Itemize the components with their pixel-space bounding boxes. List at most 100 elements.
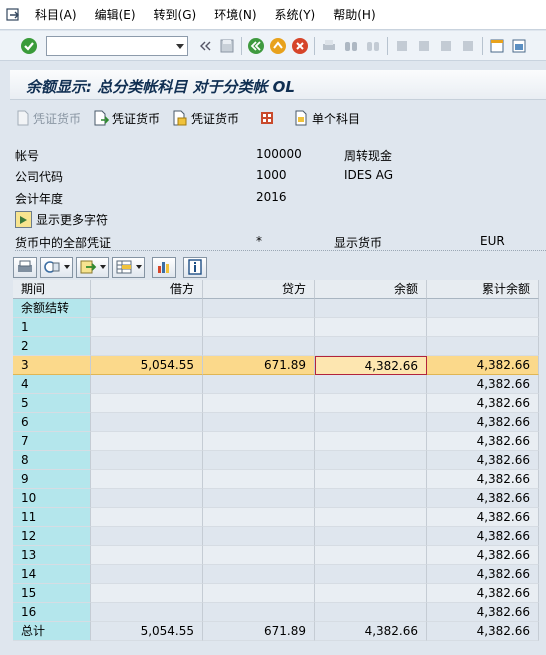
balance-cell[interactable]: 4,382.66 xyxy=(315,622,427,641)
find-next-icon[interactable] xyxy=(362,35,384,57)
double-chevron-left-icon[interactable] xyxy=(194,35,216,57)
credit-cell[interactable] xyxy=(203,584,315,603)
debit-cell[interactable] xyxy=(91,337,203,356)
exit-icon[interactable] xyxy=(267,35,289,57)
column-header-debit[interactable]: 借方 xyxy=(91,280,203,299)
debit-cell[interactable] xyxy=(91,470,203,489)
more-characteristics-button[interactable]: 显示更多字符 xyxy=(15,210,108,229)
column-header-credit[interactable]: 贷方 xyxy=(203,280,315,299)
debit-cell[interactable] xyxy=(91,451,203,470)
period-cell[interactable]: 9 xyxy=(13,470,91,489)
cancel-icon[interactable] xyxy=(289,35,311,57)
period-cell[interactable]: 余额结转 xyxy=(13,299,91,318)
period-cell[interactable]: 14 xyxy=(13,565,91,584)
credit-cell[interactable] xyxy=(203,565,315,584)
doc-currency-button-2[interactable]: 凭证货币 xyxy=(87,106,166,130)
doc-currency-button-3[interactable]: 凭证货币 xyxy=(166,106,245,130)
credit-cell[interactable] xyxy=(203,413,315,432)
menu-environment[interactable]: 环境(N) xyxy=(205,0,265,30)
table-row[interactable]: 5 4,382.66 xyxy=(13,394,546,413)
credit-cell[interactable] xyxy=(203,527,315,546)
balance-cell[interactable] xyxy=(315,432,427,451)
balance-cell[interactable]: 4,382.66 xyxy=(315,356,427,375)
debit-cell[interactable] xyxy=(91,584,203,603)
export-menu-button[interactable] xyxy=(76,256,109,278)
menu-edit[interactable]: 编辑(E) xyxy=(86,0,145,30)
menu-account[interactable]: 科目(A) xyxy=(26,0,86,30)
debit-cell[interactable] xyxy=(91,318,203,337)
balance-cell[interactable] xyxy=(315,527,427,546)
total-row[interactable]: 总计 5,054.55 671.89 4,382.66 4,382.66 xyxy=(13,622,546,641)
table-row[interactable]: 16 4,382.66 xyxy=(13,603,546,622)
table-row[interactable]: 6 4,382.66 xyxy=(13,413,546,432)
period-cell[interactable]: 总计 xyxy=(13,622,91,641)
period-cell[interactable]: 10 xyxy=(13,489,91,508)
period-cell[interactable]: 15 xyxy=(13,584,91,603)
period-cell[interactable]: 1 xyxy=(13,318,91,337)
credit-cell[interactable]: 671.89 xyxy=(203,356,315,375)
balance-cell[interactable] xyxy=(315,394,427,413)
column-header-period[interactable]: 期间 xyxy=(13,280,91,299)
period-cell[interactable]: 3 xyxy=(13,356,91,375)
last-page-icon[interactable] xyxy=(457,35,479,57)
cumulative-balance-cell[interactable]: 4,382.66 xyxy=(427,356,539,375)
debit-cell[interactable] xyxy=(91,546,203,565)
credit-cell[interactable] xyxy=(203,508,315,527)
cumulative-balance-cell[interactable]: 4,382.66 xyxy=(427,546,539,565)
shortcut-icon[interactable] xyxy=(508,35,530,57)
table-row[interactable]: 余额结转 xyxy=(13,299,546,318)
cumulative-balance-cell[interactable]: 4,382.66 xyxy=(427,527,539,546)
cumulative-balance-cell[interactable] xyxy=(427,299,539,318)
save-icon[interactable] xyxy=(216,35,238,57)
table-row[interactable]: 14 4,382.66 xyxy=(13,565,546,584)
chevron-down-icon[interactable] xyxy=(176,43,184,49)
layout-menu-button[interactable] xyxy=(112,256,145,278)
balance-cell[interactable] xyxy=(315,508,427,527)
menu-system[interactable]: 系统(Y) xyxy=(266,0,325,30)
column-header-balance[interactable]: 余额 xyxy=(315,280,427,299)
credit-cell[interactable] xyxy=(203,432,315,451)
cumulative-balance-cell[interactable]: 4,382.66 xyxy=(427,413,539,432)
table-row[interactable]: 12 4,382.66 xyxy=(13,527,546,546)
cumulative-balance-cell[interactable]: 4,382.66 xyxy=(427,565,539,584)
credit-cell[interactable]: 671.89 xyxy=(203,622,315,641)
debit-cell[interactable]: 5,054.55 xyxy=(91,356,203,375)
balance-cell[interactable] xyxy=(315,546,427,565)
debit-cell[interactable] xyxy=(91,394,203,413)
credit-cell[interactable] xyxy=(203,337,315,356)
debit-cell[interactable] xyxy=(91,299,203,318)
credit-cell[interactable] xyxy=(203,318,315,337)
period-cell[interactable]: 8 xyxy=(13,451,91,470)
view-menu-button[interactable] xyxy=(40,256,73,278)
table-row[interactable]: 7 4,382.66 xyxy=(13,432,546,451)
table-row[interactable]: 11 4,382.66 xyxy=(13,508,546,527)
information-button[interactable] xyxy=(183,256,207,278)
credit-cell[interactable] xyxy=(203,546,315,565)
enter-icon[interactable] xyxy=(18,35,40,57)
cumulative-balance-cell[interactable]: 4,382.66 xyxy=(427,489,539,508)
debit-cell[interactable] xyxy=(91,603,203,622)
debit-cell[interactable] xyxy=(91,432,203,451)
cumulative-balance-cell[interactable]: 4,382.66 xyxy=(427,603,539,622)
credit-cell[interactable] xyxy=(203,394,315,413)
period-cell[interactable]: 5 xyxy=(13,394,91,413)
balance-cell[interactable] xyxy=(315,375,427,394)
balance-cell[interactable] xyxy=(315,584,427,603)
credit-cell[interactable] xyxy=(203,299,315,318)
debit-cell[interactable]: 5,054.55 xyxy=(91,622,203,641)
debit-cell[interactable] xyxy=(91,565,203,584)
find-icon[interactable] xyxy=(340,35,362,57)
balance-cell[interactable] xyxy=(315,451,427,470)
credit-cell[interactable] xyxy=(203,470,315,489)
balance-cell[interactable] xyxy=(315,603,427,622)
graphic-button[interactable] xyxy=(152,256,176,278)
credit-cell[interactable] xyxy=(203,603,315,622)
cumulative-balance-cell[interactable]: 4,382.66 xyxy=(427,375,539,394)
table-row[interactable]: 4 4,382.66 xyxy=(13,375,546,394)
credit-cell[interactable] xyxy=(203,375,315,394)
column-header-cumulative-balance[interactable]: 累计余额 xyxy=(427,280,539,299)
table-row[interactable]: 13 4,382.66 xyxy=(13,546,546,565)
cumulative-balance-cell[interactable]: 4,382.66 xyxy=(427,584,539,603)
menu-goto[interactable]: 转到(G) xyxy=(145,0,206,30)
single-account-button[interactable]: 单个科目 xyxy=(287,106,366,130)
